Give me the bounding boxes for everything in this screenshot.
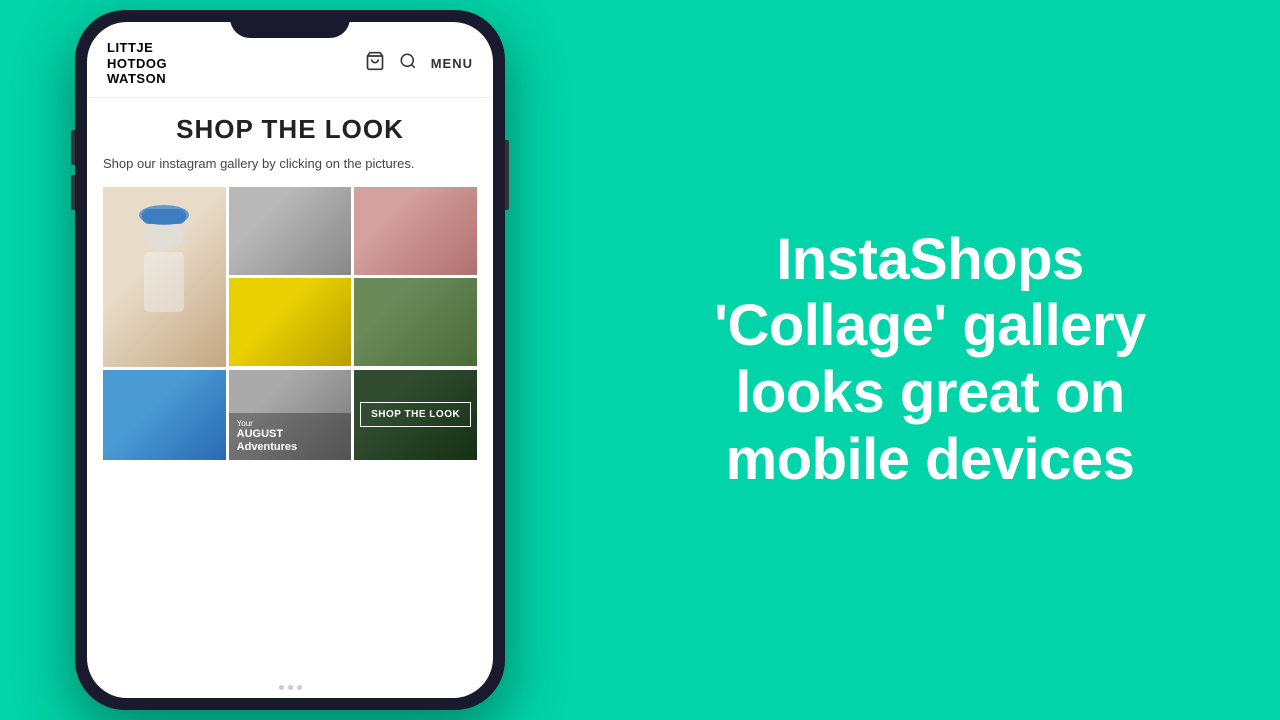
grid-cell-4[interactable] [229,278,352,366]
power-button [505,150,509,210]
hero-line-2: 'Collage' gallery [714,293,1146,358]
volume-up-button [71,130,75,165]
left-section: LITTJEHOTDOGWATSON [0,0,580,720]
menu-label[interactable]: MENU [431,56,473,71]
grid-cell-2[interactable] [229,187,352,275]
volume-down-button [71,175,75,210]
grid-cell-5[interactable] [354,278,477,366]
brand-logo: LITTJEHOTDOGWATSON [107,40,167,87]
page-subtitle: Shop our instagram gallery by clicking o… [103,155,477,173]
august-text-large: AUGUSTAdventures [237,428,344,454]
search-icon[interactable] [399,52,417,75]
right-section: InstaShops 'Collage' gallery looks great… [580,187,1280,534]
august-overlay: Your AUGUSTAdventures [229,413,352,460]
grid-cell-1[interactable] [103,187,226,367]
shop-the-look-overlay: SHOP THE LOOK [354,370,477,460]
shop-the-look-button[interactable]: SHOP THE LOOK [360,402,471,427]
dot-3 [297,685,302,690]
hero-line-1: InstaShops [776,227,1084,292]
grid-cell-6[interactable] [103,370,226,460]
phone-screen: LITTJEHOTDOGWATSON [87,22,493,698]
phone-bottom-dots [87,677,493,698]
dot-1 [279,685,284,690]
hero-text: InstaShops 'Collage' gallery looks great… [714,227,1146,494]
hero-line-3: looks great on [735,360,1124,425]
cart-icon[interactable] [365,51,385,76]
dot-2 [288,685,293,690]
grid-cell-7[interactable]: Your AUGUSTAdventures [229,370,352,460]
page-title: SHOP THE LOOK [103,114,477,145]
grid-cell-8[interactable]: SHOP THE LOOK [354,370,477,460]
phone-navbar: LITTJEHOTDOGWATSON [87,22,493,98]
nav-icons: MENU [365,51,473,76]
phone-content: SHOP THE LOOK Shop our instagram gallery… [87,98,493,677]
august-text-small: Your [237,419,344,428]
grid-cell-3[interactable] [354,187,477,275]
hero-line-4: mobile devices [726,427,1135,492]
instagram-grid: Your AUGUSTAdventures SHOP THE LOOK [103,187,477,460]
phone-mockup: LITTJEHOTDOGWATSON [75,10,505,710]
